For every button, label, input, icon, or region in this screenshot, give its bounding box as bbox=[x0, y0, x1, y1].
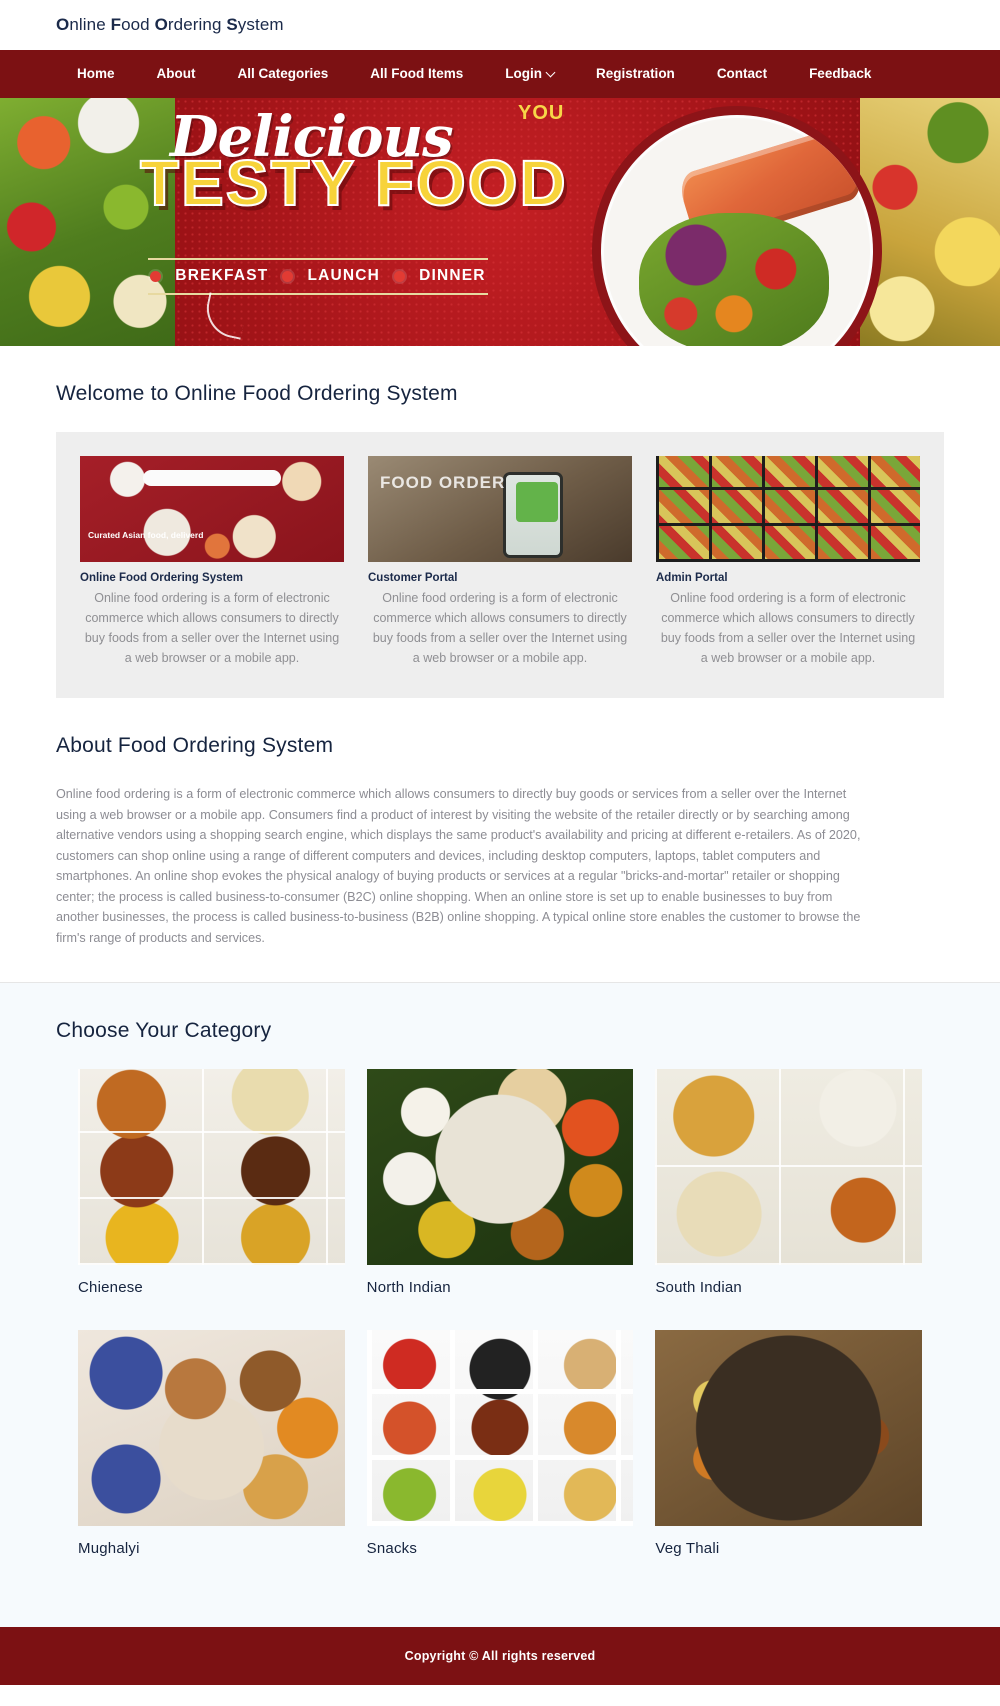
bullet-dot-icon bbox=[282, 270, 294, 282]
category-image-veg-thali bbox=[655, 1330, 922, 1526]
welcome-title: Welcome to Online Food Ordering System bbox=[56, 382, 458, 405]
nav-label: Contact bbox=[716, 66, 768, 81]
category-image-snacks bbox=[366, 1330, 634, 1526]
feature-card-image-caption: FOOD ORDER bbox=[380, 473, 506, 492]
feature-card[interactable]: Curated Asian food, deliverd Online Food… bbox=[80, 456, 344, 668]
category-card-south-indian[interactable]: South Indian bbox=[655, 1069, 922, 1322]
about-title: About Food Ordering System bbox=[56, 734, 334, 757]
hero-meal-lunch: LAUNCH bbox=[307, 267, 381, 284]
feature-card-title: Customer Portal bbox=[368, 572, 458, 584]
feature-card-body: Online food ordering is a form of electr… bbox=[84, 591, 340, 665]
footer-copyright: Copyright © All rights reserved bbox=[404, 1649, 596, 1663]
category-card-chienese[interactable]: Chienese bbox=[78, 1069, 345, 1322]
category-card-veg-thali[interactable]: Veg Thali bbox=[655, 1330, 922, 1583]
nav-item-home[interactable]: Home bbox=[56, 50, 136, 98]
nav-label: Home bbox=[77, 66, 115, 81]
site-logo[interactable]: Online Food Ordering System bbox=[56, 15, 284, 35]
nav-item-about[interactable]: About bbox=[136, 50, 217, 98]
nav-item-all-categories[interactable]: All Categories bbox=[217, 50, 350, 98]
main-navigation: Home About All Categories All Food Items… bbox=[0, 50, 1000, 98]
hero-text-group: Delicious YOU TESTY FOOD BREKFAST LAUNCH… bbox=[0, 98, 1000, 346]
decorative-swirl-icon bbox=[201, 292, 249, 340]
bullet-dot-icon bbox=[394, 270, 406, 282]
category-label: North Indian bbox=[366, 1279, 451, 1296]
about-section: About Food Ordering System Online food o… bbox=[0, 698, 1000, 982]
categories-grid-wrap: Chienese North Indian South Indian Mugha… bbox=[0, 1069, 1000, 1583]
nav-item-feedback[interactable]: Feedback bbox=[788, 50, 892, 98]
hero-meal-list: BREKFAST LAUNCH DINNER bbox=[148, 258, 488, 295]
bullet-dot-icon bbox=[150, 270, 162, 282]
nav-label: Feedback bbox=[809, 66, 872, 81]
brand-part-3: Ordering bbox=[154, 15, 227, 34]
hero-headline: TESTY FOOD bbox=[139, 146, 568, 220]
brand-part-1: Online bbox=[56, 15, 111, 34]
hero-you-tag: YOU bbox=[518, 102, 565, 124]
feature-card-image-caption: Curated Asian food, deliverd bbox=[88, 530, 204, 540]
feature-card-body: Online food ordering is a form of electr… bbox=[660, 591, 916, 665]
feature-card-list: Curated Asian food, deliverd Online Food… bbox=[56, 432, 944, 698]
nav-label: All Food Items bbox=[370, 66, 464, 81]
category-image-chienese bbox=[78, 1069, 345, 1265]
category-card-snacks[interactable]: Snacks bbox=[366, 1330, 634, 1583]
nav-item-all-food-items[interactable]: All Food Items bbox=[349, 50, 484, 98]
feature-card-title: Admin Portal bbox=[656, 572, 728, 584]
welcome-section: Welcome to Online Food Ordering System C… bbox=[0, 346, 1000, 698]
category-card-north-indian[interactable]: North Indian bbox=[366, 1069, 634, 1322]
nav-item-login[interactable]: Login bbox=[484, 50, 575, 98]
feature-card-title: Online Food Ordering System bbox=[80, 572, 243, 584]
category-card-mughalyi[interactable]: Mughalyi bbox=[78, 1330, 345, 1583]
nav-label: Registration bbox=[596, 66, 675, 81]
category-label: Mughalyi bbox=[78, 1540, 140, 1557]
nav-label: All Categories bbox=[237, 66, 329, 81]
category-label: Veg Thali bbox=[655, 1540, 720, 1557]
brand-part-4: System bbox=[226, 15, 284, 34]
category-grid: Chienese North Indian South Indian Mugha… bbox=[56, 1069, 944, 1583]
hero-meal-breakfast: BREKFAST bbox=[175, 267, 269, 284]
category-image-north-indian bbox=[366, 1069, 634, 1265]
feature-card[interactable]: FOOD ORDER Customer Portal Online food o… bbox=[368, 456, 632, 668]
nav-item-contact[interactable]: Contact bbox=[696, 50, 788, 98]
category-label: South Indian bbox=[655, 1279, 742, 1296]
brand-bar: Online Food Ordering System bbox=[0, 0, 1000, 50]
feature-card-body: Online food ordering is a form of electr… bbox=[372, 591, 628, 665]
page-footer: Copyright © All rights reserved bbox=[0, 1627, 1000, 1685]
hero-banner: Delicious YOU TESTY FOOD BREKFAST LAUNCH… bbox=[0, 98, 1000, 346]
category-image-south-indian bbox=[655, 1069, 922, 1265]
category-image-mughalyi bbox=[78, 1330, 345, 1526]
categories-title: Choose Your Category bbox=[56, 1019, 272, 1042]
about-paragraph: Online food ordering is a form of electr… bbox=[56, 787, 861, 945]
nav-item-registration[interactable]: Registration bbox=[575, 50, 696, 98]
nav-label: Login bbox=[505, 66, 543, 81]
categories-section: Choose Your Category Chienese North Indi… bbox=[0, 983, 1000, 1627]
category-label: Chienese bbox=[78, 1279, 143, 1296]
hero-meal-dinner: DINNER bbox=[419, 267, 486, 284]
chevron-down-icon bbox=[545, 67, 556, 77]
feature-card-image-customer-portal: FOOD ORDER bbox=[368, 456, 632, 562]
category-label: Snacks bbox=[366, 1540, 418, 1557]
feature-card-image-ordering-system: Curated Asian food, deliverd bbox=[80, 456, 344, 562]
categories-header: Choose Your Category bbox=[0, 983, 1000, 1069]
nav-label: About bbox=[156, 66, 196, 81]
brand-part-2: Food bbox=[110, 15, 155, 34]
feature-card-image-admin-portal bbox=[656, 456, 920, 562]
feature-card[interactable]: Admin Portal Online food ordering is a f… bbox=[656, 456, 920, 668]
